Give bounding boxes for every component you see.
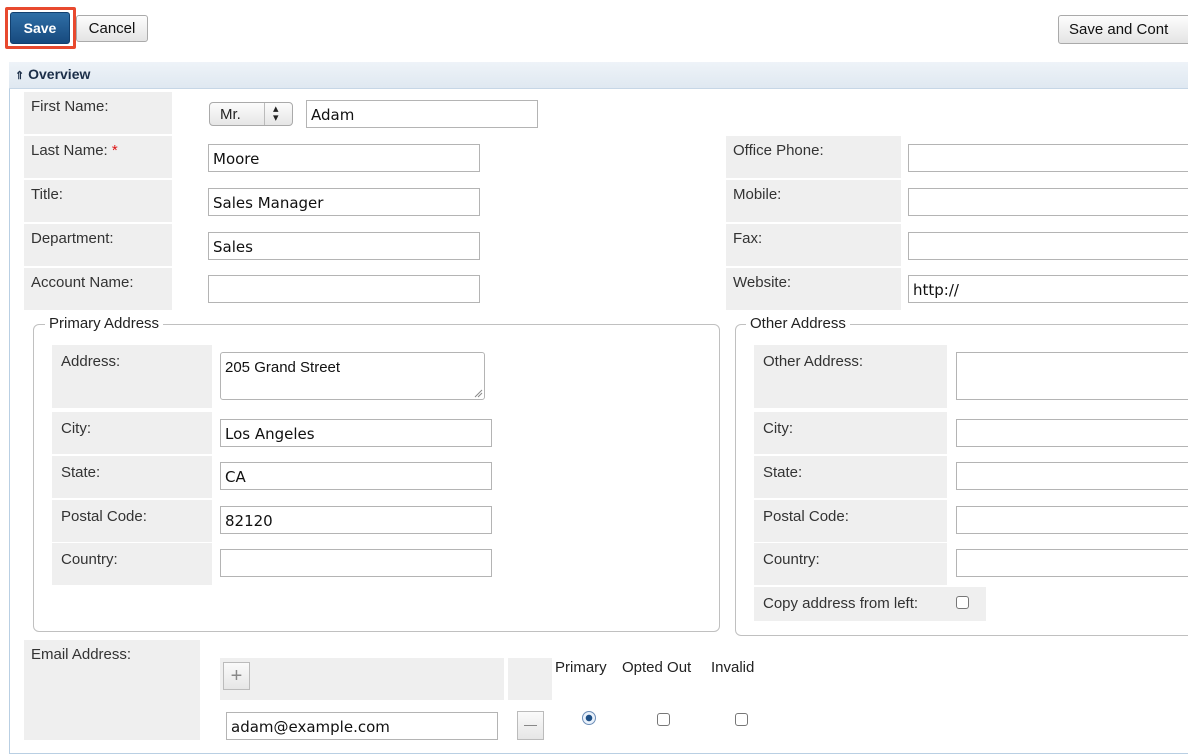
state-input[interactable]: CA bbox=[220, 462, 492, 490]
country-input[interactable] bbox=[220, 549, 492, 577]
website-input[interactable]: http:// bbox=[908, 275, 1188, 303]
add-email-button[interactable]: + bbox=[223, 662, 250, 690]
other-city-label: City: bbox=[754, 412, 947, 454]
mobile-input[interactable] bbox=[908, 188, 1188, 216]
other-address-legend: Other Address bbox=[746, 315, 850, 332]
first-name-input[interactable]: Adam bbox=[306, 100, 538, 128]
other-state-input[interactable] bbox=[956, 462, 1188, 490]
other-address-label: Other Address: bbox=[754, 345, 947, 408]
postal-code-input[interactable]: 82120 bbox=[220, 506, 492, 534]
address-label: Address: bbox=[52, 345, 212, 408]
copy-address-checkbox[interactable] bbox=[956, 596, 969, 609]
email-column-opted-out: Opted Out bbox=[622, 659, 692, 676]
save-and-continue-button[interactable]: Save and Cont bbox=[1058, 15, 1188, 44]
city-input[interactable]: Los Angeles bbox=[220, 419, 492, 447]
account-name-input[interactable] bbox=[208, 275, 480, 303]
other-state-label: State: bbox=[754, 456, 947, 498]
postal-code-label: Postal Code: bbox=[52, 500, 212, 542]
mobile-label: Mobile: bbox=[726, 180, 901, 222]
fax-input[interactable] bbox=[908, 232, 1188, 260]
account-name-label: Account Name: bbox=[24, 268, 172, 310]
office-phone-input[interactable] bbox=[908, 144, 1188, 172]
email-column-primary: Primary bbox=[555, 659, 607, 676]
remove-email-button[interactable] bbox=[517, 711, 544, 740]
email-invalid-checkbox[interactable] bbox=[735, 713, 748, 726]
other-address-textarea[interactable] bbox=[956, 352, 1188, 400]
plus-icon: + bbox=[230, 664, 243, 687]
last-name-input[interactable]: Moore bbox=[208, 144, 480, 172]
fax-label: Fax: bbox=[726, 224, 901, 266]
primary-address-legend: Primary Address bbox=[45, 315, 164, 332]
email-address-label: Email Address: bbox=[24, 640, 200, 740]
office-phone-label: Office Phone: bbox=[726, 136, 901, 178]
last-name-label: Last Name: * bbox=[24, 136, 172, 178]
department-input[interactable]: Sales bbox=[208, 232, 480, 260]
email-add-cell bbox=[220, 658, 504, 700]
city-label: City: bbox=[52, 412, 212, 454]
website-label: Website: bbox=[726, 268, 901, 310]
overview-panel-header[interactable]: ⇑ Overview bbox=[9, 62, 1188, 89]
state-label: State: bbox=[52, 456, 212, 498]
collapse-icon[interactable]: ⇑ bbox=[15, 70, 24, 82]
panel-title: Overview bbox=[28, 66, 91, 82]
email-spacer-cell bbox=[508, 658, 552, 700]
email-primary-radio[interactable] bbox=[582, 711, 596, 725]
other-country-input[interactable] bbox=[956, 549, 1188, 577]
email-opted-out-checkbox[interactable] bbox=[657, 713, 670, 726]
save-button[interactable]: Save bbox=[10, 12, 70, 44]
copy-address-label: Copy address from left: bbox=[754, 587, 986, 621]
email-column-invalid: Invalid bbox=[711, 659, 755, 676]
other-city-input[interactable] bbox=[956, 419, 1188, 447]
other-postal-code-label: Postal Code: bbox=[754, 500, 947, 542]
address-textarea[interactable]: 205 Grand Street bbox=[220, 352, 485, 400]
select-arrows-icon: ▴ ▾ bbox=[273, 103, 279, 124]
cancel-button[interactable]: Cancel bbox=[76, 15, 148, 42]
required-indicator: * bbox=[111, 142, 118, 159]
other-postal-code-input[interactable] bbox=[956, 506, 1188, 534]
title-label: Title: bbox=[24, 180, 172, 222]
first-name-label: First Name: bbox=[24, 92, 172, 134]
department-label: Department: bbox=[24, 224, 172, 266]
salutation-value: Mr. bbox=[220, 106, 241, 123]
minus-icon bbox=[524, 725, 537, 726]
title-input[interactable]: Sales Manager bbox=[208, 188, 480, 216]
country-label: Country: bbox=[52, 543, 212, 585]
salutation-select[interactable]: Mr. ▴ ▾ bbox=[209, 102, 293, 126]
resize-handle-icon[interactable] bbox=[473, 388, 483, 398]
other-country-label: Country: bbox=[754, 543, 947, 585]
email-input[interactable]: adam@example.com bbox=[226, 712, 498, 740]
